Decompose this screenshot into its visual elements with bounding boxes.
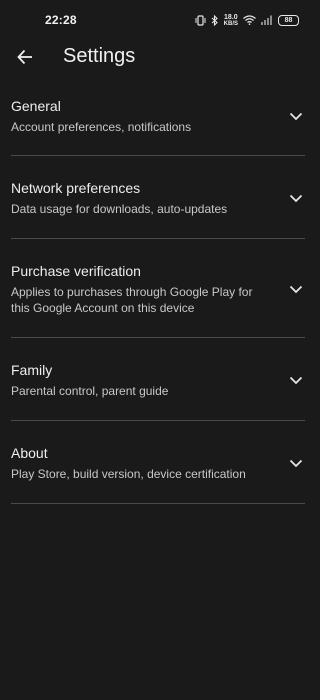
settings-item-purchase-verification[interactable]: Purchase verification Applies to purchas… (11, 239, 305, 338)
wifi-icon (243, 15, 256, 25)
settings-item-title: Network preferences (11, 180, 141, 196)
vibrate-icon (195, 14, 206, 26)
net-speed-value: 18.0 (224, 13, 238, 21)
status-icons: 18.0 KB/S 88 (195, 12, 299, 28)
settings-item-subtitle: Data usage for downloads, auto-updates (11, 202, 228, 216)
signal-icon (261, 15, 273, 25)
status-time: 22:28 (45, 13, 77, 27)
settings-item-network-preferences[interactable]: Network preferences Data usage for downl… (11, 156, 305, 239)
network-speed: 18.0 KB/S (224, 14, 238, 27)
settings-item-subtitle: Account preferences, notifications (11, 120, 192, 134)
settings-item-about[interactable]: About Play Store, build version, device … (11, 421, 305, 504)
settings-item-family[interactable]: Family Parental control, parent guide (11, 338, 305, 421)
chevron-down-icon[interactable] (289, 109, 303, 123)
settings-item-title: About (11, 445, 48, 461)
chevron-down-icon[interactable] (289, 456, 303, 470)
battery-indicator: 88 (278, 14, 299, 26)
settings-item-subtitle: Play Store, build version, device certif… (11, 467, 246, 481)
settings-item-subtitle: Parental control, parent guide (11, 384, 169, 398)
status-bar: 22:28 18.0 KB/S 88 (0, 0, 315, 40)
chevron-down-icon[interactable] (289, 282, 303, 296)
bluetooth-icon (211, 14, 219, 26)
settings-item-subtitle: Applies to purchases through Google Play… (11, 285, 253, 315)
back-button[interactable] (10, 44, 40, 74)
settings-item-title: Purchase verification (11, 263, 141, 279)
settings-list: General Account preferences, notificatio… (11, 82, 305, 504)
settings-item-general[interactable]: General Account preferences, notificatio… (11, 82, 305, 156)
page-title: Settings (63, 45, 136, 67)
app-bar: Settings (0, 36, 315, 80)
settings-item-title: General (11, 98, 61, 114)
net-speed-unit: KB/S (223, 20, 238, 27)
settings-item-title: Family (11, 362, 53, 378)
chevron-down-icon[interactable] (289, 191, 303, 205)
arrow-back-icon (17, 49, 33, 70)
chevron-down-icon[interactable] (289, 373, 303, 387)
